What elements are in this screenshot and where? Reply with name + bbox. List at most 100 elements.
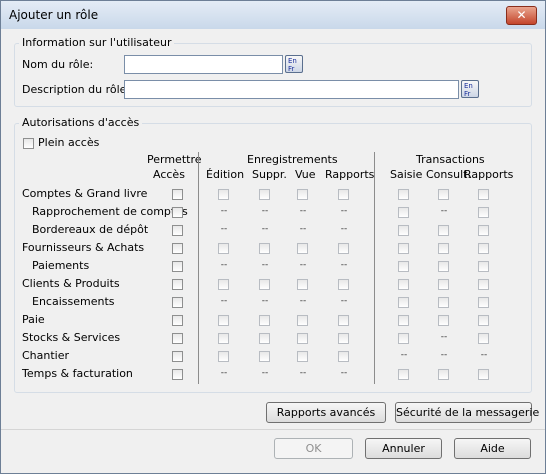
tx-col-1-checkbox[interactable]	[438, 297, 449, 308]
tx-col-1-checkbox[interactable]	[438, 369, 449, 380]
tx-col-1-checkbox[interactable]	[438, 189, 449, 200]
access-checkbox[interactable]	[172, 261, 183, 272]
tx-col-2-checkbox[interactable]	[478, 333, 489, 344]
records-col-0-checkbox[interactable]	[218, 333, 229, 344]
tx-col-1-checkbox[interactable]	[438, 225, 449, 236]
records-col-1-checkbox[interactable]	[259, 333, 270, 344]
permission-row-label: Fournisseurs & Achats	[22, 241, 145, 254]
records-col-2-not-applicable: --	[299, 224, 307, 234]
records-col-1-checkbox[interactable]	[259, 279, 270, 290]
help-button[interactable]: Aide	[454, 438, 531, 459]
permission-row-label: Paiements	[32, 259, 90, 272]
ok-button[interactable]: OK	[274, 438, 353, 459]
records-col-3-checkbox[interactable]	[338, 351, 349, 362]
records-col-3-checkbox[interactable]	[338, 189, 349, 200]
records-col-2-checkbox[interactable]	[297, 333, 308, 344]
full-access-label: Plein accès	[38, 136, 100, 149]
tx-col-1-checkbox[interactable]	[438, 315, 449, 326]
records-col-2-checkbox[interactable]	[297, 279, 308, 290]
access-checkbox[interactable]	[172, 297, 183, 308]
tx-col-2-checkbox[interactable]	[478, 261, 489, 272]
records-col-2-checkbox[interactable]	[297, 189, 308, 200]
tx-col-0-checkbox[interactable]	[398, 225, 409, 236]
records-col-delete: Suppr.	[252, 168, 287, 181]
tx-col-2-checkbox[interactable]	[478, 189, 489, 200]
records-col-0-not-applicable: --	[220, 296, 228, 306]
tx-col-0-checkbox[interactable]	[398, 369, 409, 380]
permission-row-label: Stocks & Services	[22, 331, 121, 344]
tx-col-2-checkbox[interactable]	[478, 369, 489, 380]
tx-col-0-checkbox[interactable]	[398, 243, 409, 254]
tx-col-1-checkbox[interactable]	[438, 243, 449, 254]
tx-col-0-not-applicable: --	[400, 350, 408, 360]
tx-col-2-checkbox[interactable]	[478, 315, 489, 326]
advanced-reports-button[interactable]: Rapports avancés	[266, 402, 386, 423]
records-col-3-checkbox[interactable]	[338, 333, 349, 344]
records-col-1-not-applicable: --	[261, 206, 269, 216]
records-col-3-checkbox[interactable]	[338, 243, 349, 254]
tx-col-2-not-applicable: --	[480, 350, 488, 360]
records-col-2-checkbox[interactable]	[297, 315, 308, 326]
tx-col-0-checkbox[interactable]	[398, 297, 409, 308]
tx-col-0-checkbox[interactable]	[398, 279, 409, 290]
tx-col-1-checkbox[interactable]	[438, 279, 449, 290]
access-checkbox[interactable]	[172, 333, 183, 344]
transactions-group-header: Transactions	[416, 153, 485, 166]
permission-row-label: Clients & Produits	[22, 277, 120, 290]
tx-col-0-checkbox[interactable]	[398, 315, 409, 326]
access-checkbox[interactable]	[172, 369, 183, 380]
tx-col-1-checkbox[interactable]	[438, 261, 449, 272]
access-checkbox[interactable]	[172, 207, 183, 218]
role-desc-input[interactable]	[124, 80, 459, 99]
access-checkbox[interactable]	[172, 225, 183, 236]
tx-col-0-checkbox[interactable]	[398, 207, 409, 218]
records-col-0-not-applicable: --	[220, 368, 228, 378]
role-desc-language-button[interactable]: En Fr	[461, 80, 479, 98]
access-checkbox[interactable]	[172, 315, 183, 326]
tx-col-0-checkbox[interactable]	[398, 261, 409, 272]
records-col-1-not-applicable: --	[261, 296, 269, 306]
records-col-0-checkbox[interactable]	[218, 243, 229, 254]
full-access-checkbox[interactable]	[23, 138, 34, 149]
tx-col-2-checkbox[interactable]	[478, 225, 489, 236]
access-checkbox[interactable]	[172, 189, 183, 200]
records-col-edit: Édition	[206, 168, 245, 181]
role-name-input[interactable]	[124, 55, 283, 74]
tx-col-2-checkbox[interactable]	[478, 243, 489, 254]
records-col-0-not-applicable: --	[220, 224, 228, 234]
permission-row-label: Paie	[22, 313, 45, 326]
tx-col-0-checkbox[interactable]	[398, 189, 409, 200]
access-checkbox[interactable]	[172, 351, 183, 362]
records-col-1-not-applicable: --	[261, 260, 269, 270]
records-col-2-checkbox[interactable]	[297, 351, 308, 362]
records-col-1-checkbox[interactable]	[259, 243, 270, 254]
records-col-3-checkbox[interactable]	[338, 279, 349, 290]
tx-col-entry: Saisie	[390, 168, 423, 181]
tx-col-2-checkbox[interactable]	[478, 279, 489, 290]
permissions-legend: Autorisations d'accès	[19, 116, 143, 129]
tx-col-2-checkbox[interactable]	[478, 207, 489, 218]
close-button[interactable]: ✕	[506, 6, 537, 25]
records-col-2-checkbox[interactable]	[297, 243, 308, 254]
records-col-0-checkbox[interactable]	[218, 351, 229, 362]
records-col-0-checkbox[interactable]	[218, 315, 229, 326]
records-col-reports: Rapports	[325, 168, 375, 181]
records-col-3-checkbox[interactable]	[338, 315, 349, 326]
records-col-1-checkbox[interactable]	[259, 315, 270, 326]
access-checkbox[interactable]	[172, 243, 183, 254]
tx-col-0-checkbox[interactable]	[398, 333, 409, 344]
messaging-security-button[interactable]: Sécurité de la messagerie	[395, 402, 539, 423]
column-separator	[198, 152, 199, 384]
records-col-0-checkbox[interactable]	[218, 189, 229, 200]
records-col-1-checkbox[interactable]	[259, 351, 270, 362]
tx-col-1-not-applicable: --	[440, 332, 448, 342]
cancel-button[interactable]: Annuler	[365, 438, 442, 459]
records-col-0-checkbox[interactable]	[218, 279, 229, 290]
access-checkbox[interactable]	[172, 279, 183, 290]
permission-row-label: Comptes & Grand livre	[22, 187, 148, 200]
role-name-language-button[interactable]: En Fr	[285, 55, 303, 73]
tx-col-1-not-applicable: --	[440, 206, 448, 216]
tx-col-2-checkbox[interactable]	[478, 297, 489, 308]
records-col-1-checkbox[interactable]	[259, 189, 270, 200]
add-role-dialog: Ajouter un rôle ✕ Information sur l'util…	[0, 0, 546, 474]
